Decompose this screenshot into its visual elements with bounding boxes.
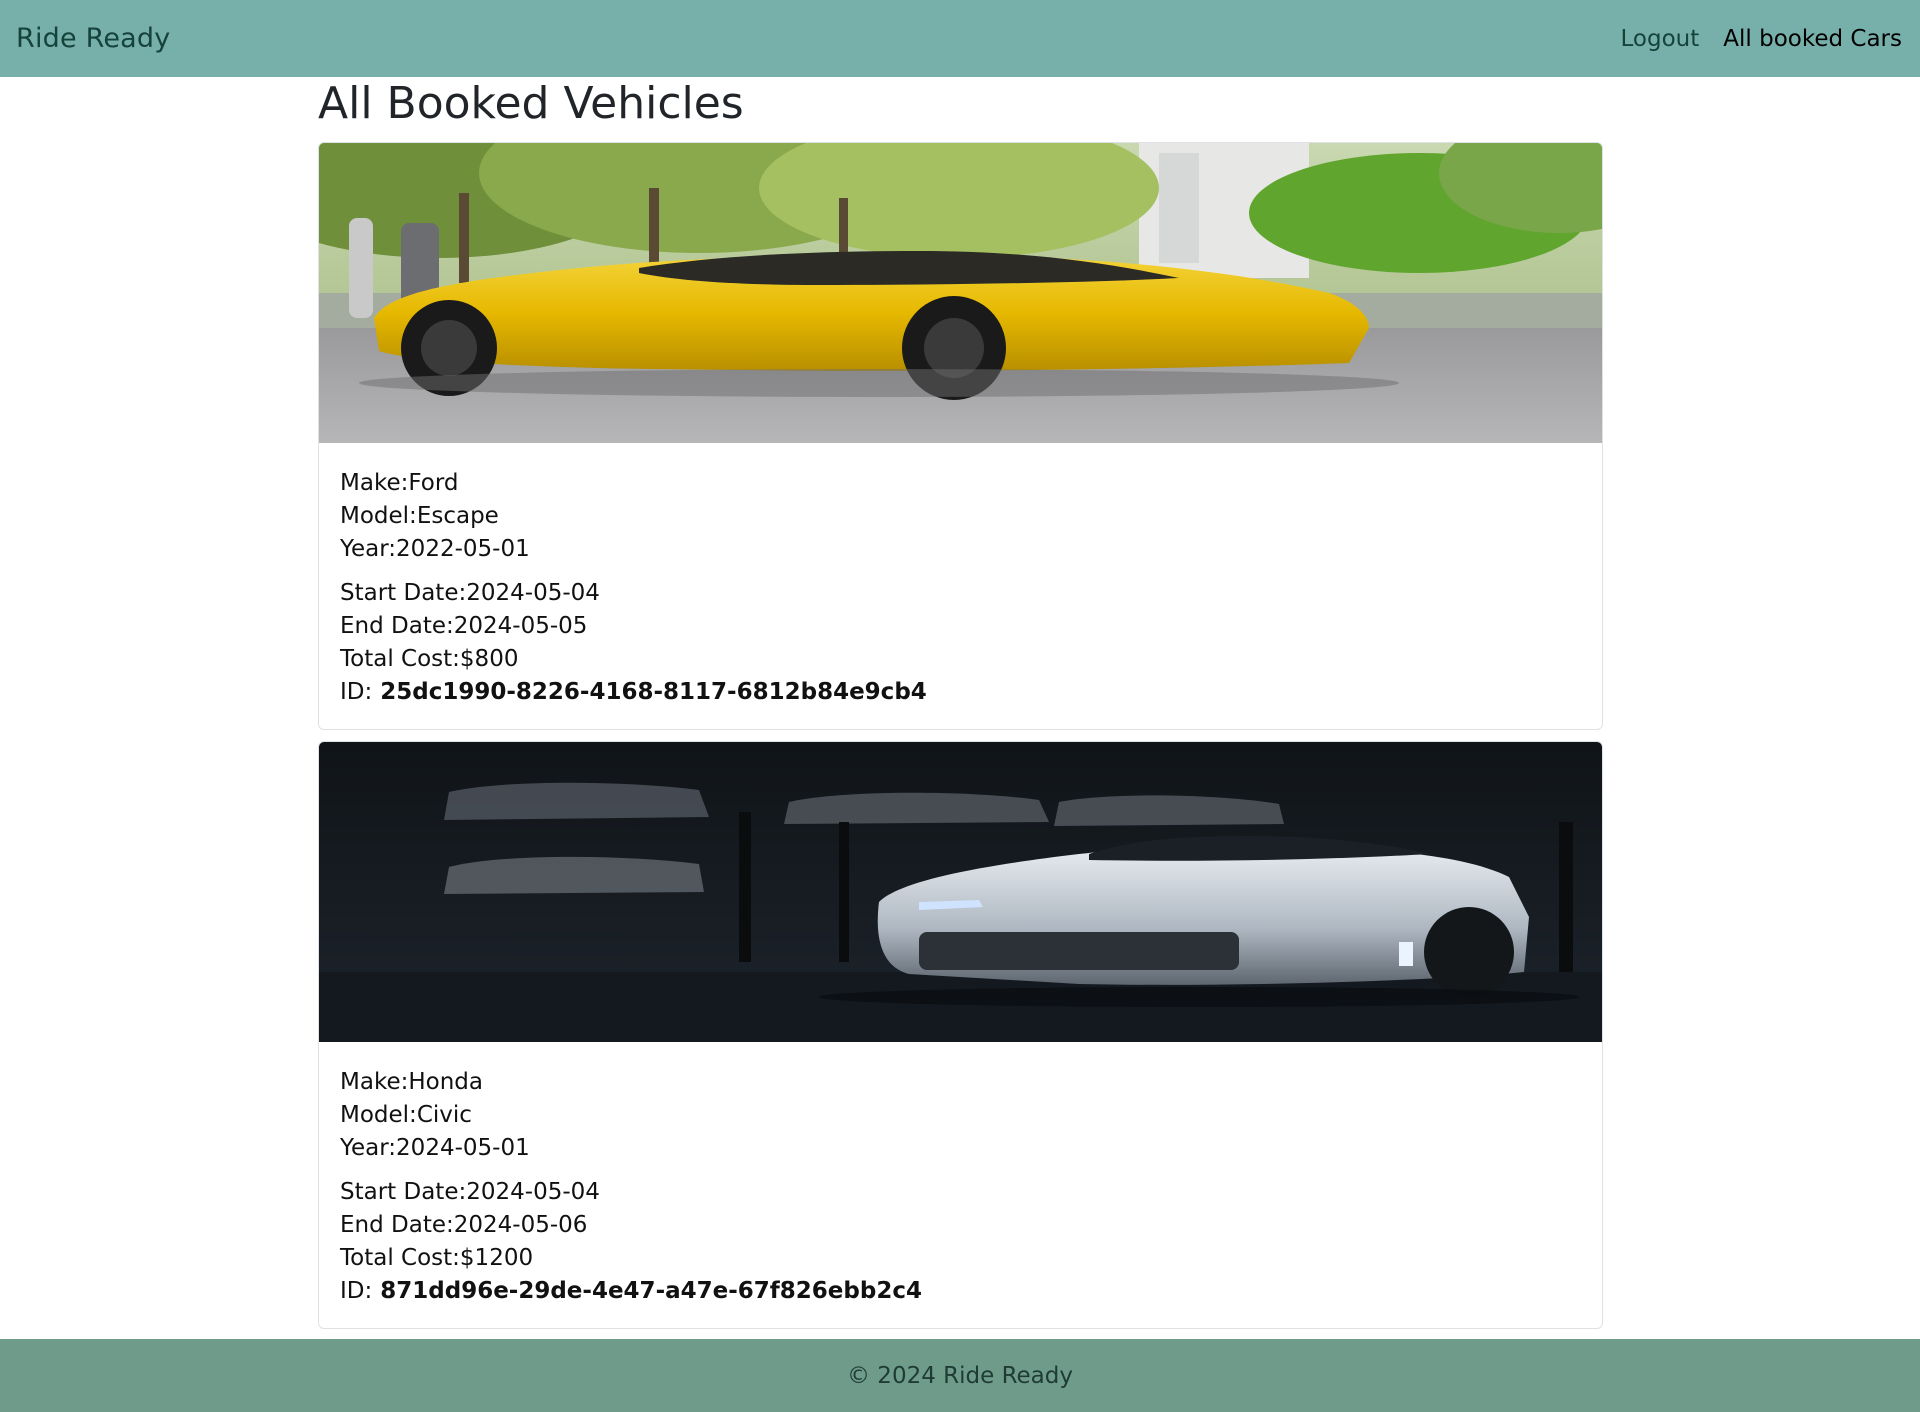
year-label: Year: <box>340 1135 397 1161</box>
booking-details: Make: Ford Model: Escape Year: 2022-05-01 S… <box>319 443 1602 709</box>
nav-links: Logout All booked Cars <box>1621 26 1902 52</box>
start-date-value: 2024-05-04 <box>466 1179 600 1205</box>
make-label: Make: <box>340 470 409 496</box>
end-date-row: End Date: 2024-05-06 <box>340 1209 1602 1242</box>
all-booked-cars-link[interactable]: All booked Cars <box>1723 26 1902 52</box>
booking-card: Make: Honda Model: Civic Year: 2024-05-01 S… <box>318 741 1603 1329</box>
main-content: All Booked Vehicles Make: Ford Model: Es… <box>318 77 1603 1329</box>
total-cost-label: Total Cost: <box>340 1245 460 1271</box>
booking-card: Make: Ford Model: Escape Year: 2022-05-01 S… <box>318 142 1603 730</box>
make-row: Make: Honda <box>340 1066 1602 1099</box>
booking-info: Start Date: 2024-05-04 End Date: 2024-05-0… <box>340 1176 1602 1308</box>
booking-id-row: ID: 25dc1990-8226-4168-8117-6812b84e9cb4 <box>340 676 1602 709</box>
booking-id-value: 25dc1990-8226-4168-8117-6812b84e9cb4 <box>380 679 927 705</box>
start-date-label: Start Date: <box>340 1179 467 1205</box>
brand-logo-link[interactable]: Ride Ready <box>16 23 170 54</box>
booking-id-row: ID: 871dd96e-29de-4e47-a47e-67f826ebb2c4 <box>340 1275 1602 1308</box>
year-row: Year: 2022-05-01 <box>340 533 1602 566</box>
car-image <box>319 143 1602 443</box>
page-title: All Booked Vehicles <box>318 78 744 129</box>
year-row: Year: 2024-05-01 <box>340 1132 1602 1165</box>
end-date-value: 2024-05-05 <box>453 613 588 639</box>
year-label: Year: <box>340 536 397 562</box>
end-date-label: End Date: <box>340 1212 454 1238</box>
make-value: Honda <box>408 1069 483 1095</box>
total-cost-row: Total Cost: $800 <box>340 643 1602 676</box>
model-value: Civic <box>416 1102 472 1128</box>
vehicle-info: Make: Honda Model: Civic Year: 2024-05-01 <box>340 1066 1602 1165</box>
start-date-row: Start Date: 2024-05-04 <box>340 1176 1602 1209</box>
total-cost-label: Total Cost: <box>340 646 460 672</box>
booking-id-label: ID: <box>340 1278 373 1304</box>
booking-details: Make: Honda Model: Civic Year: 2024-05-01 S… <box>319 1042 1602 1308</box>
model-row: Model: Escape <box>340 500 1602 533</box>
page-footer: © 2024 Ride Ready <box>0 1339 1920 1412</box>
model-value: Escape <box>416 503 499 529</box>
start-date-label: Start Date: <box>340 580 467 606</box>
booking-id-label: ID: <box>340 679 373 705</box>
year-value: 2024-05-01 <box>396 1135 530 1161</box>
make-value: Ford <box>408 470 459 496</box>
model-label: Model: <box>340 503 417 529</box>
logout-link[interactable]: Logout <box>1621 26 1700 52</box>
model-label: Model: <box>340 1102 417 1128</box>
end-date-row: End Date: 2024-05-05 <box>340 610 1602 643</box>
end-date-value: 2024-05-06 <box>453 1212 588 1238</box>
make-row: Make: Ford <box>340 467 1602 500</box>
total-cost-value: $1200 <box>459 1245 534 1271</box>
start-date-row: Start Date: 2024-05-04 <box>340 577 1602 610</box>
top-navbar: Ride Ready Logout All booked Cars <box>0 0 1920 77</box>
make-label: Make: <box>340 1069 409 1095</box>
start-date-value: 2024-05-04 <box>466 580 600 606</box>
model-row: Model: Civic <box>340 1099 1602 1132</box>
total-cost-row: Total Cost: $1200 <box>340 1242 1602 1275</box>
vehicle-info: Make: Ford Model: Escape Year: 2022-05-01 <box>340 467 1602 566</box>
year-value: 2022-05-01 <box>396 536 530 562</box>
booking-id-value: 871dd96e-29de-4e47-a47e-67f826ebb2c4 <box>380 1278 922 1304</box>
end-date-label: End Date: <box>340 613 454 639</box>
booking-info: Start Date: 2024-05-04 End Date: 2024-05-0… <box>340 577 1602 709</box>
total-cost-value: $800 <box>459 646 519 672</box>
car-image <box>319 742 1602 1042</box>
copyright-text: © 2024 Ride Ready <box>847 1362 1073 1389</box>
